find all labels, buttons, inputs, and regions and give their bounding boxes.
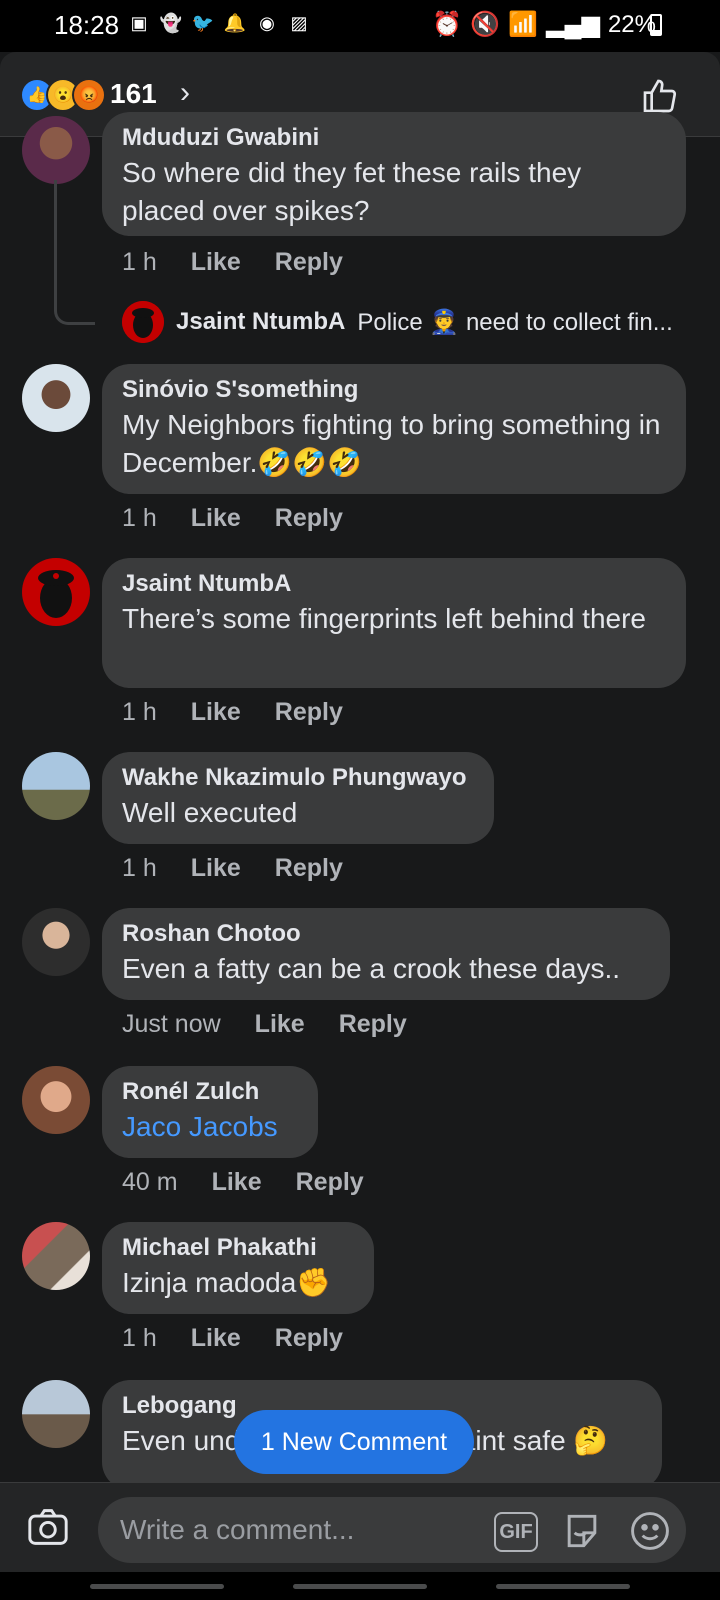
comment-bubble[interactable]: Sinóvio S'something My Neighbors fightin… — [102, 364, 686, 494]
comment-bubble[interactable]: Wakhe Nkazimulo Phungwayo Well executed — [102, 752, 494, 844]
reply-preview[interactable]: Jsaint NtumbA Police 👮 need to collect f… — [122, 300, 673, 344]
comment-bubble[interactable]: Jsaint NtumbA There’s some fingerprints … — [102, 558, 686, 688]
comment-actions: 1 h Like Reply — [122, 698, 343, 727]
battery-icon — [650, 14, 662, 36]
reply-link[interactable]: Reply — [296, 1168, 364, 1197]
mute-icon: 🔇 — [470, 11, 501, 38]
like-link[interactable]: Like — [255, 1010, 305, 1039]
avatar[interactable] — [22, 1066, 90, 1134]
bell-icon: 🔔 — [223, 12, 247, 33]
avatar[interactable] — [22, 364, 90, 432]
nav-home[interactable] — [293, 1584, 427, 1589]
comment-text: There’s some fingerprints left behind th… — [122, 603, 646, 634]
comment-actions: 1 h Like Reply — [122, 1324, 343, 1353]
comment-bubble[interactable]: Michael Phakathi Izinja madoda✊ — [102, 1222, 374, 1314]
system-nav-bar — [0, 1572, 720, 1600]
thread-line — [54, 180, 95, 325]
comment-author[interactable]: Jsaint NtumbA — [122, 568, 666, 600]
notification-icons: ▣ 👻 🐦 🔔 ◉ ▨ — [128, 12, 310, 34]
comment-actions: 1 h Like Reply — [122, 504, 343, 533]
like-link[interactable]: Like — [191, 248, 241, 277]
nav-recents[interactable] — [90, 1584, 224, 1589]
signal-icon: ▂▄▆ — [546, 11, 600, 38]
reply-author[interactable]: Jsaint NtumbA — [176, 308, 345, 336]
emoji-icon[interactable] — [628, 1509, 672, 1553]
avatar[interactable] — [22, 908, 90, 976]
chevron-right-icon[interactable]: › — [180, 76, 190, 110]
comment-actions: 40 m Like Reply — [122, 1168, 364, 1197]
comment-author[interactable]: Sinóvio S'something — [122, 374, 666, 406]
comment-input[interactable] — [118, 1509, 462, 1551]
comment-author[interactable]: Wakhe Nkazimulo Phungwayo — [122, 762, 474, 794]
reply-link[interactable]: Reply — [275, 854, 343, 883]
comment-bubble[interactable]: Ronél Zulch Jaco Jacobs — [102, 1066, 318, 1158]
camera-icon[interactable] — [26, 1507, 70, 1547]
nav-back[interactable] — [496, 1584, 630, 1589]
comment-text: My Neighbors fighting to bring something… — [122, 409, 661, 478]
comment-author[interactable]: Ronél Zulch — [122, 1076, 298, 1108]
reply-text: Police 👮 need to collect fin... — [357, 308, 673, 336]
comment-actions: Just now Like Reply — [122, 1010, 407, 1039]
like-link[interactable]: Like — [191, 1324, 241, 1353]
wifi-icon: 📶 — [508, 11, 539, 38]
reply-link[interactable]: Reply — [339, 1010, 407, 1039]
new-comment-button[interactable]: 1 New Comment — [234, 1410, 474, 1474]
gif-button[interactable]: GIF — [494, 1512, 538, 1552]
comment-input-box[interactable]: GIF — [98, 1497, 686, 1563]
comment-actions: 1 h Like Reply — [122, 854, 343, 883]
comment-text: So where did they fet these rails they p… — [122, 157, 582, 226]
comment-actions: 1 h Like Reply — [122, 248, 343, 277]
thumbs-up-icon[interactable] — [640, 76, 680, 116]
comment-time: 1 h — [122, 1324, 157, 1352]
tagged-user-link[interactable]: Jaco Jacobs — [122, 1108, 298, 1146]
battery-percent: 22% — [607, 10, 656, 38]
reply-link[interactable]: Reply — [275, 1324, 343, 1353]
like-link[interactable]: Like — [191, 698, 241, 727]
comment-time: 1 h — [122, 698, 157, 726]
comment-author[interactable]: Michael Phakathi — [122, 1232, 354, 1264]
like-link[interactable]: Like — [212, 1168, 262, 1197]
like-link[interactable]: Like — [191, 854, 241, 883]
reply-link[interactable]: Reply — [275, 248, 343, 277]
avatar[interactable] — [22, 1222, 90, 1290]
reaction-summary[interactable]: 👍 😮 😡 — [20, 78, 106, 112]
comment-text: Well executed — [122, 797, 298, 828]
avatar[interactable] — [22, 752, 90, 820]
sticker-icon[interactable] — [560, 1509, 604, 1553]
comment-time: 40 m — [122, 1168, 178, 1196]
comment-time: 1 h — [122, 504, 157, 532]
comment-bubble[interactable]: Roshan Chotoo Even a fatty can be a croo… — [102, 908, 670, 1000]
status-bar: 18:28 ▣ 👻 🐦 🔔 ◉ ▨ ⏰ 🔇 📶 ▂▄▆ 22% — [0, 0, 720, 52]
reply-link[interactable]: Reply — [275, 504, 343, 533]
comment-time: 1 h — [122, 248, 157, 276]
gallery-icon: ▨ — [290, 12, 308, 33]
comment-time: 1 h — [122, 854, 157, 882]
app-notification-icon: ▣ — [130, 12, 148, 33]
comment-composer: GIF — [0, 1482, 720, 1573]
reaction-count[interactable]: 161 — [110, 78, 157, 110]
avatar[interactable] — [22, 1380, 90, 1448]
sync-icon: ◉ — [259, 12, 275, 33]
comment-text: Izinja madoda✊ — [122, 1267, 332, 1298]
like-link[interactable]: Like — [191, 504, 241, 533]
comment-author[interactable]: Mduduzi Gwabini — [122, 122, 666, 154]
angry-reaction-icon: 😡 — [72, 78, 106, 112]
status-time: 18:28 — [54, 10, 120, 40]
comment-bubble[interactable]: Mduduzi Gwabini So where did they fet th… — [102, 112, 686, 236]
alarm-icon: ⏰ — [432, 11, 463, 38]
avatar — [122, 301, 164, 343]
comment-author[interactable]: Roshan Chotoo — [122, 918, 650, 950]
avatar[interactable] — [22, 558, 90, 626]
system-icons: ⏰ 🔇 📶 ▂▄▆ 22% — [432, 10, 656, 39]
reply-link[interactable]: Reply — [275, 698, 343, 727]
twitter-icon: 🐦 — [191, 12, 215, 33]
avatar[interactable] — [22, 116, 90, 184]
comment-time: Just now — [122, 1010, 221, 1038]
snapchat-icon: 👻 — [159, 12, 183, 33]
comment-text: Even a fatty can be a crook these days.. — [122, 953, 621, 984]
